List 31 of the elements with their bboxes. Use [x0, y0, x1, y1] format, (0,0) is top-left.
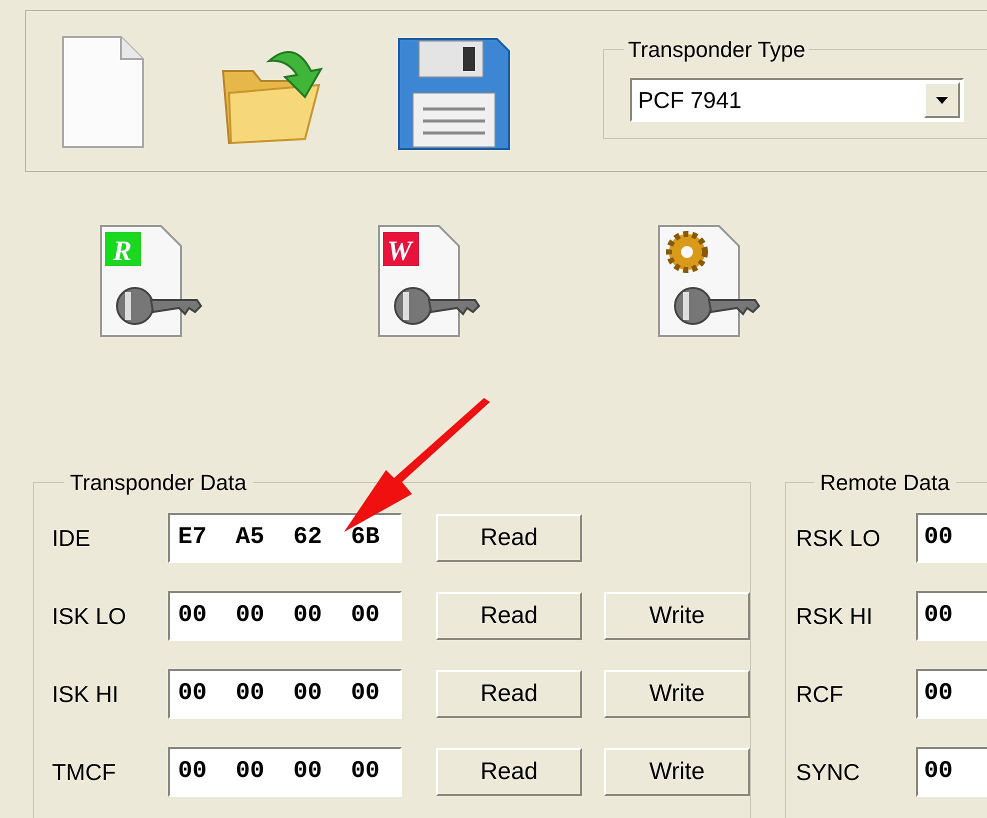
hex-field[interactable]: 00 [916, 513, 987, 563]
hex-field[interactable]: 00 [916, 591, 987, 641]
action-button[interactable]: Read [436, 514, 582, 562]
field-label: RSK HI [796, 602, 874, 631]
action-button[interactable]: Write [604, 670, 750, 718]
hex-field[interactable]: 00 [916, 669, 987, 719]
action-button[interactable]: Read [436, 748, 582, 796]
group-title: Transponder Data [69, 469, 248, 497]
action-button[interactable]: Write [604, 592, 750, 640]
group-title: Remote Data [819, 469, 951, 497]
action-button[interactable]: Read [436, 592, 582, 640]
field-label: ISK HI [52, 680, 120, 709]
hex-field[interactable]: 00 00 00 00 [168, 669, 402, 719]
field-label: RCF [796, 680, 844, 709]
field-label: RSK LO [796, 524, 882, 553]
hex-field[interactable]: 00 [916, 747, 987, 797]
transponder-type-dropdown[interactable]: PCF 7941 [630, 78, 964, 122]
action-button[interactable]: Write [604, 748, 750, 796]
hex-field[interactable]: 00 00 00 00 [168, 591, 402, 641]
hex-field[interactable]: 00 00 00 00 [168, 747, 402, 797]
field-label: TMCF [52, 758, 117, 787]
action-button[interactable]: Read [436, 670, 582, 718]
gear-key-icon[interactable] [655, 224, 761, 340]
field-label: IDE [52, 524, 92, 553]
field-label: SYNC [796, 758, 861, 787]
field-label: ISK LO [52, 602, 128, 631]
caret-icon [936, 96, 948, 104]
dropdown-arrow-button[interactable] [924, 82, 960, 118]
group-title: Transponder Type [627, 36, 806, 64]
hex-field[interactable]: E7 A5 62 6B [168, 513, 402, 563]
dropdown-value: PCF 7941 [638, 86, 742, 115]
